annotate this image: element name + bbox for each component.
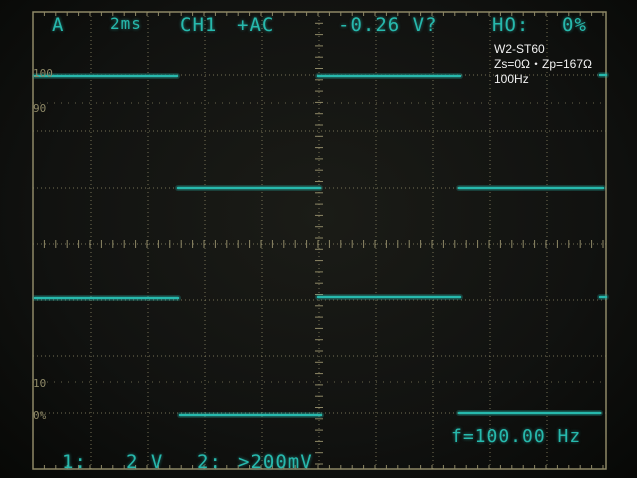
timebase-readout: 2ms — [110, 14, 142, 33]
graticule-grid — [32, 11, 609, 470]
trigger-mode: A — [52, 14, 65, 36]
hold-label: HO: — [492, 14, 530, 36]
annotation-model: W2-ST60 — [494, 42, 545, 56]
oscilloscope-screen: A 2ms CH1 +AC -0.26 V? HO: 0% W2-ST60 Zs… — [0, 0, 637, 478]
ch2-label: 2: — [197, 451, 222, 473]
coupling-readout: +AC — [237, 14, 275, 36]
scale-label-10: 10 — [33, 377, 47, 390]
scale-label-100: 100 — [33, 67, 53, 80]
channel-readout: CH1 — [180, 14, 218, 36]
frequency-readout: f=100.00 Hz — [451, 426, 582, 447]
annotation-frequency: 100Hz — [494, 72, 529, 86]
hold-value: 0% — [562, 14, 587, 36]
scale-label-0: 0% — [33, 409, 47, 422]
ch1-label: 1: — [62, 451, 87, 473]
measurement-readout: -0.26 V? — [338, 14, 438, 36]
scale-label-90: 90 — [33, 102, 47, 115]
ch1-scale: 2 V — [126, 451, 164, 473]
ch2-scale: >200mV — [238, 451, 313, 473]
annotation-impedance: Zs=0Ω・Zp=167Ω — [494, 57, 592, 71]
